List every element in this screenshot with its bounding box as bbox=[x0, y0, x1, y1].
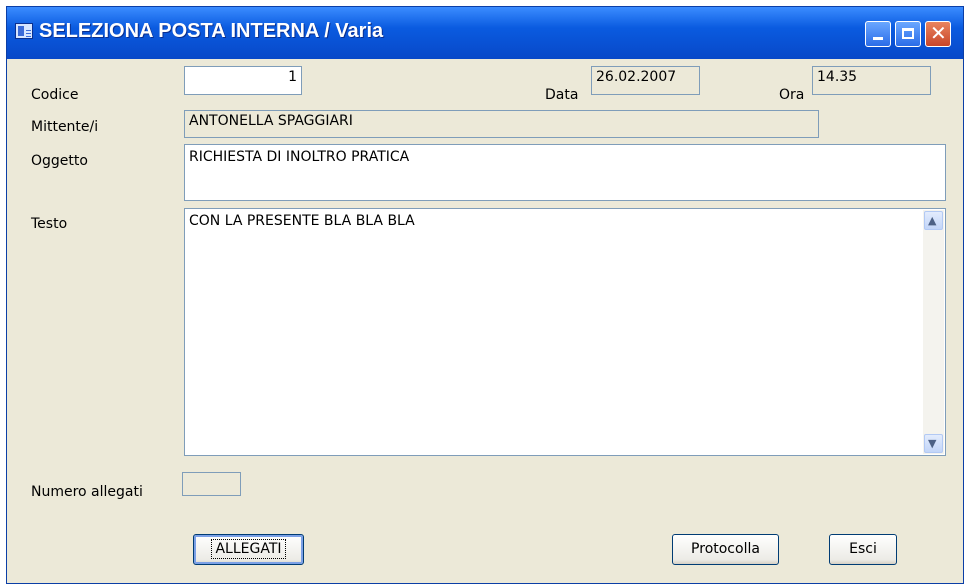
maximize-icon bbox=[902, 28, 914, 39]
testo-textarea[interactable]: CON LA PRESENTE BLA BLA BLA ▲ ▼ bbox=[184, 208, 946, 456]
scroll-down-button[interactable]: ▼ bbox=[924, 434, 943, 453]
dialog-window: SELEZIONA POSTA INTERNA / Varia ✕ Codice… bbox=[6, 6, 964, 584]
oggetto-label: Oggetto bbox=[31, 153, 88, 169]
allegati-button[interactable]: ALLEGATI bbox=[193, 534, 304, 565]
mittente-field: ANTONELLA SPAGGIARI bbox=[184, 110, 819, 138]
codice-field[interactable]: 1 bbox=[184, 66, 302, 95]
esci-button-label: Esci bbox=[849, 541, 877, 557]
close-icon: ✕ bbox=[930, 21, 947, 45]
data-label: Data bbox=[545, 87, 579, 103]
protocolla-button[interactable]: Protocolla bbox=[672, 534, 779, 565]
vertical-scrollbar[interactable]: ▲ ▼ bbox=[923, 210, 944, 454]
codice-label: Codice bbox=[31, 87, 79, 103]
chevron-down-icon: ▼ bbox=[928, 437, 937, 450]
mittente-label: Mittente/i bbox=[31, 119, 99, 135]
allegati-button-label: ALLEGATI bbox=[211, 539, 286, 559]
numero-allegati-field bbox=[182, 472, 241, 496]
testo-text: CON LA PRESENTE BLA BLA BLA bbox=[189, 213, 415, 229]
numero-allegati-label: Numero allegati bbox=[31, 484, 143, 500]
esci-button[interactable]: Esci bbox=[829, 534, 897, 565]
testo-label: Testo bbox=[31, 216, 68, 232]
ora-field: 14.35 bbox=[812, 66, 931, 95]
scroll-up-button[interactable]: ▲ bbox=[924, 211, 943, 230]
window-title: SELEZIONA POSTA INTERNA / Varia bbox=[39, 20, 384, 42]
data-field: 26.02.2007 bbox=[591, 66, 700, 95]
chevron-up-icon: ▲ bbox=[928, 214, 937, 227]
protocolla-button-label: Protocolla bbox=[691, 541, 760, 557]
ora-label: Ora bbox=[779, 87, 805, 103]
maximize-button[interactable] bbox=[895, 21, 921, 47]
oggetto-text: RICHIESTA DI INOLTRO PRATICA bbox=[189, 149, 410, 165]
minimize-button[interactable] bbox=[865, 21, 891, 47]
minimize-icon bbox=[873, 37, 883, 40]
close-button[interactable]: ✕ bbox=[925, 21, 951, 47]
title-bar[interactable]: SELEZIONA POSTA INTERNA / Varia ✕ bbox=[7, 7, 963, 59]
oggetto-textarea[interactable]: RICHIESTA DI INOLTRO PRATICA bbox=[184, 144, 946, 201]
form-icon bbox=[15, 23, 33, 39]
